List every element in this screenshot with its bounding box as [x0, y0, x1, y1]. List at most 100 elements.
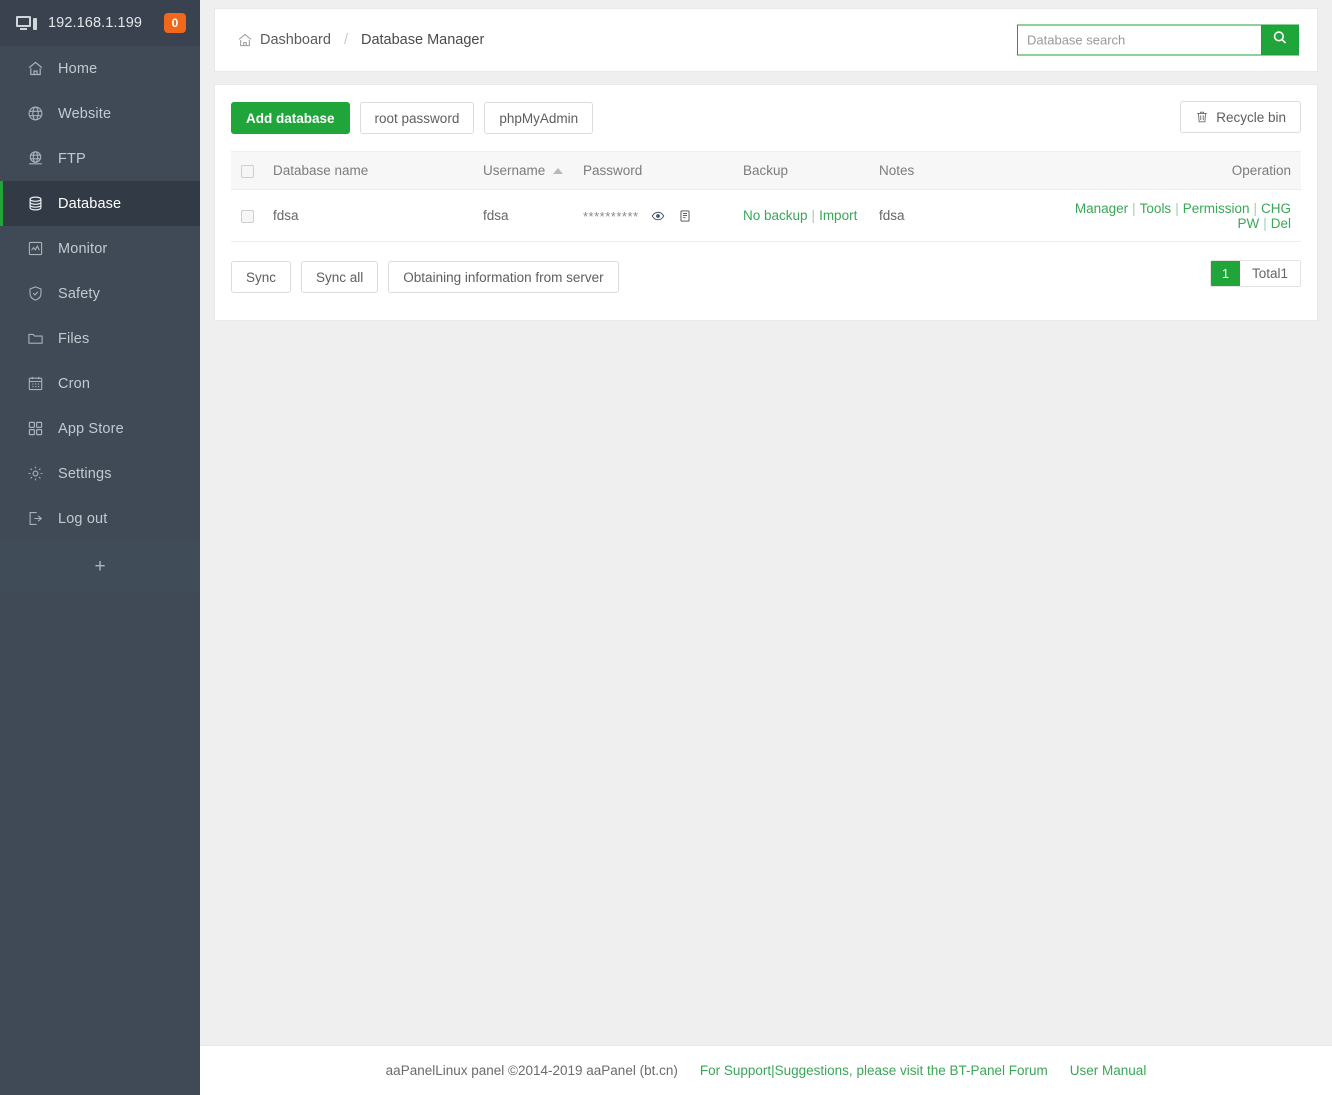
sidebar-item-label: Database — [58, 195, 122, 212]
server-status-button[interactable]: Obtaining information from server — [388, 261, 619, 293]
calendar-icon — [27, 375, 44, 392]
monitor-chart-icon — [27, 240, 44, 257]
folder-icon — [27, 330, 44, 347]
sidebar-item-log-out[interactable]: Log out — [0, 496, 200, 541]
op-manager-link[interactable]: Manager — [1075, 201, 1128, 216]
sidebar-item-safety[interactable]: Safety — [0, 271, 200, 316]
footer-user-manual-link[interactable]: User Manual — [1070, 1063, 1147, 1078]
database-panel: Add database root password phpMyAdmin Re… — [214, 84, 1318, 321]
row-checkbox[interactable] — [241, 209, 254, 223]
breadcrumb: Dashboard / Database Manager — [237, 32, 484, 48]
password-mask: ********** — [583, 208, 639, 224]
search-box — [1017, 24, 1299, 56]
panel-toolbar: Add database root password phpMyAdmin Re… — [231, 101, 1301, 135]
cell-operation: Manager | Tools | Permission | CHG PW | Del — [1053, 189, 1301, 242]
sync-button[interactable]: Sync — [231, 261, 292, 293]
sidebar-item-app-store[interactable]: App Store — [0, 406, 200, 451]
sidebar-item-monitor[interactable]: Monitor — [0, 226, 200, 271]
cell-database-name: fdsa — [267, 189, 477, 242]
sidebar-item-label: Monitor — [58, 240, 108, 257]
grid-icon — [27, 420, 44, 437]
page-1-button[interactable]: 1 — [1210, 261, 1240, 286]
root-password-button[interactable]: root password — [359, 102, 475, 134]
sidebar-brand[interactable]: 192.168.1.199 0 — [0, 0, 200, 46]
sidebar-item-cron[interactable]: Cron — [0, 361, 200, 406]
search-icon — [1272, 30, 1288, 51]
sidebar-item-label: Settings — [58, 465, 112, 482]
sidebar-item-files[interactable]: Files — [0, 316, 200, 361]
phpmyadmin-button[interactable]: phpMyAdmin — [484, 102, 594, 134]
trash-icon — [1195, 110, 1209, 124]
clipboard-icon[interactable] — [678, 209, 692, 223]
row-select-cell — [231, 189, 267, 242]
column-database-name[interactable]: Database name — [267, 151, 477, 190]
eye-icon[interactable] — [651, 209, 665, 223]
select-all-checkbox[interactable] — [241, 164, 254, 178]
recycle-bin-button[interactable]: Recycle bin — [1180, 101, 1301, 133]
main-content: Dashboard / Database Manager Add databas… — [200, 0, 1332, 1095]
table-head: Database name Username Password Backup N… — [231, 151, 1301, 190]
op-separator: | — [1132, 200, 1136, 216]
notification-badge[interactable]: 0 — [164, 13, 186, 33]
column-operation: Operation — [1053, 151, 1301, 190]
home-icon — [237, 32, 253, 48]
op-separator: | — [1263, 215, 1267, 231]
pagination: 1 Total1 — [1209, 260, 1301, 287]
search-input[interactable] — [1017, 24, 1261, 56]
sidebar-item-website[interactable]: Website — [0, 91, 200, 136]
sidebar-item-label: Safety — [58, 285, 101, 302]
sidebar-item-label: Home — [58, 60, 98, 77]
database-table: Database name Username Password Backup N… — [231, 151, 1301, 242]
home-icon — [27, 60, 44, 77]
sidebar-item-home[interactable]: Home — [0, 46, 200, 91]
op-permission-link[interactable]: Permission — [1183, 201, 1250, 216]
op-del-link[interactable]: Del — [1271, 216, 1291, 231]
backup-import-link[interactable]: Import — [819, 208, 857, 223]
logout-icon — [27, 510, 44, 527]
sidebar-item-label: App Store — [58, 420, 124, 437]
sidebar-item-label: Log out — [58, 510, 108, 527]
breadcrumb-separator: / — [343, 32, 348, 48]
op-tools-link[interactable]: Tools — [1140, 201, 1172, 216]
table-row: fdsa fdsa ********** No backup | Import … — [231, 189, 1301, 242]
top-bar: Dashboard / Database Manager — [214, 8, 1318, 72]
column-username-label: Username — [483, 163, 546, 178]
cell-backup: No backup | Import — [737, 189, 873, 242]
database-icon — [27, 195, 44, 212]
column-notes: Notes — [873, 151, 1053, 190]
footer: aaPanelLinux panel ©2014-2019 aaPanel (b… — [200, 1045, 1332, 1095]
column-password: Password — [577, 151, 737, 190]
breadcrumb-dashboard[interactable]: Dashboard — [260, 32, 331, 48]
backup-separator: | — [811, 208, 816, 223]
monitor-icon — [16, 15, 38, 31]
sidebar-item-ftp[interactable]: FTP — [0, 136, 200, 181]
cell-username: fdsa — [477, 189, 577, 242]
sidebar-add-button[interactable]: + — [0, 541, 200, 593]
total-count-label: Total1 — [1239, 261, 1300, 286]
plus-icon: + — [94, 556, 106, 577]
table-body: fdsa fdsa ********** No backup | Import … — [231, 189, 1301, 242]
sync-all-button[interactable]: Sync all — [301, 261, 379, 293]
search-button[interactable] — [1261, 24, 1299, 56]
column-backup: Backup — [737, 151, 873, 190]
footer-copyright: aaPanelLinux panel ©2014-2019 aaPanel (b… — [385, 1063, 678, 1078]
footer-support-link[interactable]: For Support|Suggestions, please visit th… — [700, 1063, 1048, 1078]
breadcrumb-current: Database Manager — [360, 32, 485, 48]
table-header-row: Database name Username Password Backup N… — [231, 151, 1301, 190]
sidebar-nav: Home Website FTP Database Monitor Safety… — [0, 46, 200, 541]
add-database-button[interactable]: Add database — [231, 102, 350, 134]
server-ip-label: 192.168.1.199 — [48, 15, 143, 31]
column-username[interactable]: Username — [477, 151, 577, 190]
sidebar-item-settings[interactable]: Settings — [0, 451, 200, 496]
sidebar-item-database[interactable]: Database — [0, 181, 200, 226]
sidebar-item-label: Website — [58, 105, 112, 122]
op-separator: | — [1253, 200, 1257, 216]
gear-icon — [27, 465, 44, 482]
globe-icon — [27, 105, 44, 122]
sort-asc-icon[interactable] — [553, 168, 564, 175]
sidebar-item-label: Files — [58, 330, 90, 347]
sidebar: 192.168.1.199 0 Home Website FTP Databas… — [0, 0, 200, 1095]
backup-status-link[interactable]: No backup — [743, 208, 808, 223]
sidebar-item-label: Cron — [58, 375, 91, 392]
shield-check-icon — [27, 285, 44, 302]
